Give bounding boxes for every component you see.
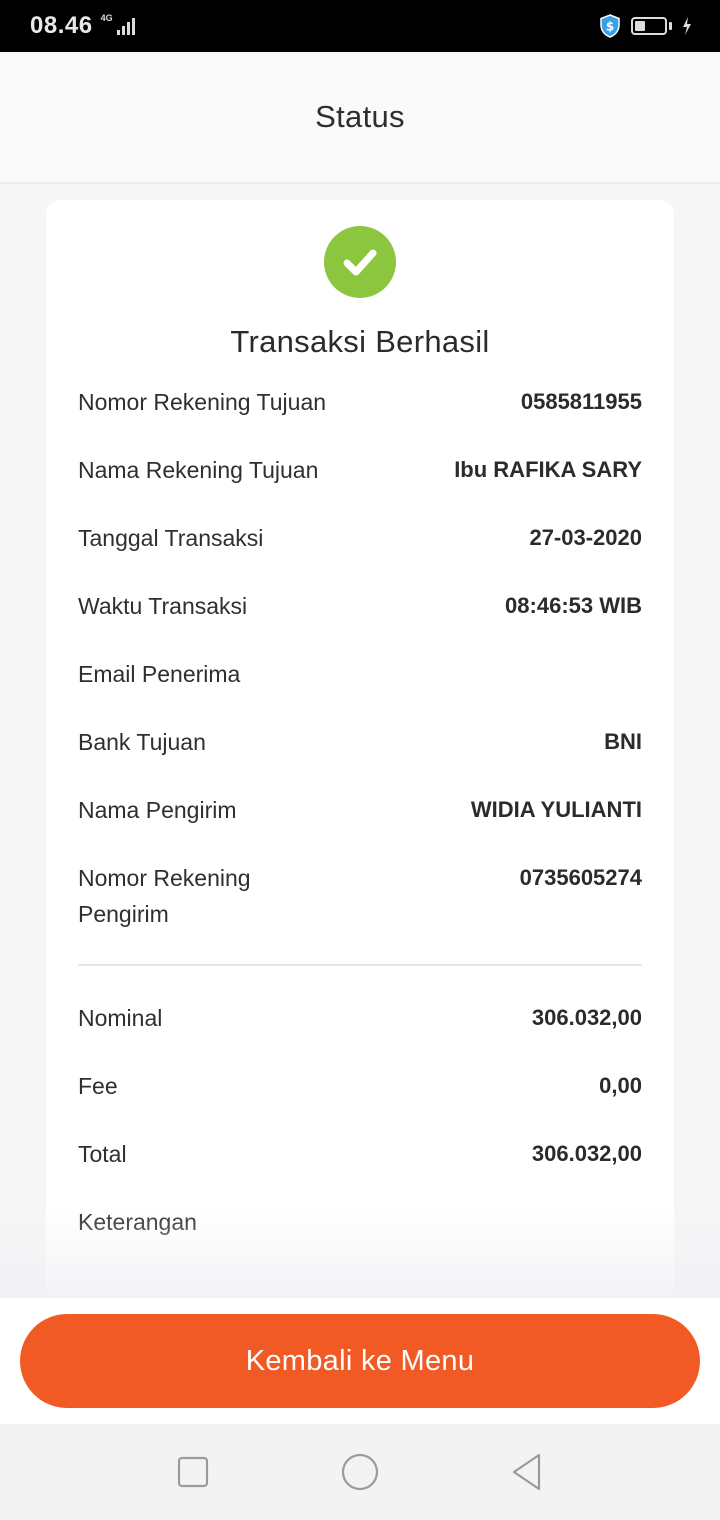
detail-row-destination-account: Nomor Rekening Tujuan 0585811955	[78, 384, 642, 420]
detail-label: Nomor Rekening Tujuan	[78, 389, 327, 415]
detail-row-transaction-date: Tanggal Transaksi 27-03-2020	[78, 520, 642, 556]
app-header: Status	[0, 52, 720, 184]
amount-label: Total	[78, 1141, 127, 1167]
detail-value: 0585811955	[520, 389, 642, 414]
back-to-menu-button[interactable]: Kembali ke Menu	[20, 1314, 700, 1408]
check-icon	[343, 249, 377, 276]
detail-value: 08:46:53 WIB	[505, 593, 642, 618]
amount-row-nominal: Nominal 306.032,00	[78, 1000, 642, 1036]
network-type: 4G	[100, 13, 113, 23]
status-bar-left: 08.46 4G	[30, 12, 135, 40]
back-icon	[512, 1453, 540, 1491]
shield-dollar-icon: $	[600, 14, 620, 38]
receipt-card: Transaksi Berhasil Nomor Rekening Tujuan…	[46, 200, 674, 1298]
amount-row-total: Total 306.032,00	[78, 1136, 642, 1172]
back-button[interactable]	[507, 1452, 547, 1492]
detail-row-recipient-email: Email Penerima	[78, 656, 642, 692]
transaction-status-title: Transaksi Berhasil	[230, 324, 490, 359]
detail-value: BNI	[604, 729, 642, 754]
home-button[interactable]	[340, 1452, 380, 1492]
page-title: Status	[315, 99, 405, 134]
details-list: Nomor Rekening Tujuan 0585811955 Nama Re…	[78, 384, 642, 1240]
receipt-card-viewport[interactable]: Transaksi Berhasil Nomor Rekening Tujuan…	[46, 200, 674, 1298]
detail-row-sender-account: Nomor Rekening Pengirim 0735605274	[78, 860, 642, 932]
detail-label: Nama Pengirim	[78, 797, 237, 823]
amount-label: Keterangan	[78, 1209, 197, 1235]
detail-value: 0735605274	[519, 865, 642, 890]
signal-icon	[116, 17, 135, 35]
amount-value: 0,00	[599, 1073, 642, 1098]
amount-value: 306.032,00	[531, 1141, 642, 1166]
amount-value: 306.032,00	[531, 1005, 642, 1030]
detail-row-transaction-time: Waktu Transaksi 08:46:53 WIB	[78, 588, 642, 624]
recents-button[interactable]	[173, 1452, 213, 1492]
detail-value: 27-03-2020	[529, 525, 642, 550]
detail-label: Bank Tujuan	[78, 729, 206, 755]
detail-label: Nomor Rekening Pengirim	[78, 865, 251, 927]
home-icon	[341, 1453, 379, 1491]
detail-label: Nama Rekening Tujuan	[78, 457, 319, 483]
detail-row-sender-name: Nama Pengirim WIDIA YULIANTI	[78, 792, 642, 828]
charging-icon	[683, 17, 691, 35]
detail-label: Tanggal Transaksi	[78, 525, 264, 551]
battery-icon	[631, 17, 672, 35]
divider	[78, 964, 642, 966]
amount-label: Nominal	[78, 1005, 163, 1031]
detail-row-destination-bank: Bank Tujuan BNI	[78, 724, 642, 760]
amount-row-note: Keterangan	[78, 1204, 642, 1240]
recents-icon	[178, 1456, 209, 1488]
svg-text:$: $	[606, 20, 614, 34]
detail-value: WIDIA YULIANTI	[470, 797, 642, 822]
status-bar: 08.46 4G $	[0, 0, 720, 52]
success-badge	[324, 226, 396, 298]
bottom-action-bar: Kembali ke Menu	[0, 1298, 720, 1424]
detail-row-destination-name: Nama Rekening Tujuan Ibu RAFIKA SARY	[78, 452, 642, 488]
status-bar-right: $	[599, 14, 692, 38]
detail-label: Waktu Transaksi	[78, 593, 248, 619]
clock: 08.46	[30, 12, 93, 39]
amount-row-fee: Fee 0,00	[78, 1068, 642, 1104]
detail-value: Ibu RAFIKA SARY	[454, 457, 642, 482]
amount-label: Fee	[78, 1073, 118, 1099]
system-nav-bar	[0, 1424, 720, 1520]
detail-label: Email Penerima	[78, 661, 241, 687]
